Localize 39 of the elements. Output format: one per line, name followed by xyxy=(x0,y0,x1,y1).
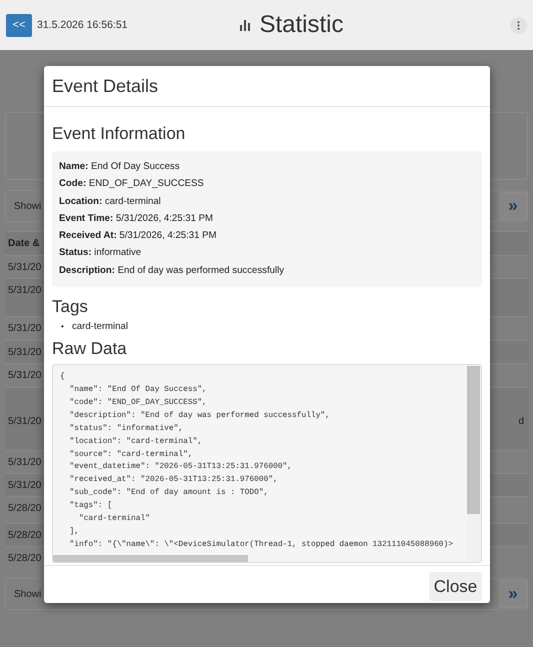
info-line: Received At: 5/31/2026, 4:25:31 PM xyxy=(59,229,218,244)
showing-text: Showi xyxy=(14,200,42,212)
table-cell: 5/31/20 xyxy=(8,457,42,468)
datetime-text: 31.5.2026 16:56:51 xyxy=(37,19,128,31)
modal-title: Event Details xyxy=(52,76,158,96)
close-button[interactable]: Close xyxy=(429,572,482,601)
table-cell: 5/31/20 xyxy=(8,370,42,381)
horizontal-scrollbar[interactable] xyxy=(53,555,248,562)
table-cell: 5/31/20 xyxy=(8,480,42,491)
page-title: Statistic xyxy=(259,11,344,39)
back-button[interactable]: << xyxy=(6,14,32,36)
table-cell: d xyxy=(518,416,524,427)
table-cell: 5/31/20 xyxy=(8,347,42,358)
showing-text: Showi xyxy=(14,588,42,600)
section-heading: Event Information xyxy=(52,124,186,144)
table-cell: 5/31/20 xyxy=(8,323,42,334)
section-heading: Tags xyxy=(52,297,89,318)
table-cell: 5/31/20 xyxy=(8,262,42,273)
vertical-scrollbar[interactable] xyxy=(467,365,481,562)
table-cell: 5/28/20 xyxy=(8,530,42,541)
bullet-mark: • xyxy=(61,321,65,334)
next-page-button[interactable]: » xyxy=(499,580,527,608)
info-line: Event Time: 5/31/2026, 4:25:31 PM xyxy=(59,212,214,226)
table-cell: 5/31/20 xyxy=(8,285,42,296)
section-heading: Raw Data xyxy=(52,339,128,360)
table-cell: 5/31/20 xyxy=(8,416,42,427)
more-menu-button[interactable] xyxy=(510,16,527,34)
tag-item: card-terminal xyxy=(72,321,128,334)
info-line: Description: End of day was performed successfully xyxy=(59,264,286,278)
table-cell: 5/28/20 xyxy=(8,503,42,514)
next-page-button[interactable]: » xyxy=(499,192,527,220)
column-header: Date & xyxy=(8,238,40,249)
info-line: Status: informative xyxy=(59,246,142,260)
vertical-dots-icon xyxy=(517,20,520,30)
table-cell: 5/28/20 xyxy=(8,553,42,564)
info-line: Code: END_OF_DAY_SUCCESS xyxy=(59,177,205,192)
bar-chart-icon xyxy=(239,19,252,31)
info-line: Location: card-terminal xyxy=(59,194,162,209)
info-line: Name: End Of Day Success xyxy=(59,160,181,174)
